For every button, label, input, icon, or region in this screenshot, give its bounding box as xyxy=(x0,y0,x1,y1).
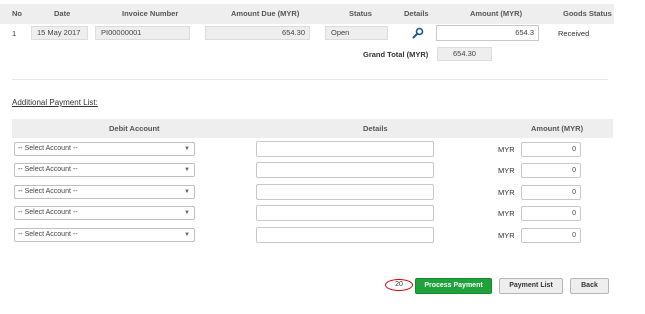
payment-amount-field[interactable]: 0 xyxy=(521,228,581,243)
debit-account-select[interactable]: -- Select Account -- ▼ xyxy=(14,163,195,177)
section-divider xyxy=(12,79,608,80)
col-details: Details xyxy=(404,9,429,18)
payment-details-input[interactable] xyxy=(256,184,434,200)
debit-account-value: -- Select Account -- xyxy=(18,209,78,216)
chevron-down-icon: ▼ xyxy=(184,167,190,173)
step-badge: 20 xyxy=(385,279,413,291)
payment-details-input[interactable] xyxy=(256,162,434,178)
additional-payment-title: Additional Payment List: xyxy=(12,98,98,107)
search-icon[interactable] xyxy=(412,27,424,39)
chevron-down-icon: ▼ xyxy=(184,232,190,238)
payment-amount-field[interactable]: 0 xyxy=(521,185,581,200)
row-number: 1 xyxy=(12,29,17,38)
payment-list-button[interactable]: Payment List xyxy=(499,278,563,294)
col-payment-details: Details xyxy=(363,124,388,133)
col-payment-amount: Amount (MYR) xyxy=(531,124,584,133)
col-amount-due: Amount Due (MYR) xyxy=(231,9,300,18)
grand-total-label: Grand Total (MYR) xyxy=(363,50,429,59)
col-goods-status: Goods Status xyxy=(563,9,612,18)
back-button[interactable]: Back xyxy=(570,278,609,294)
debit-account-select[interactable]: -- Select Account -- ▼ xyxy=(14,142,195,156)
payment-details-input[interactable] xyxy=(256,227,434,243)
grand-total-value: 654.30 xyxy=(437,47,492,61)
invoice-table-header: No Date Invoice Number Amount Due (MYR) … xyxy=(0,4,614,24)
chevron-down-icon: ▼ xyxy=(184,189,190,195)
chevron-down-icon: ▼ xyxy=(184,146,190,152)
goods-status: Received xyxy=(558,29,590,38)
payment-amount-field[interactable]: 0 xyxy=(521,163,581,178)
currency-label: MYR xyxy=(498,188,515,197)
debit-account-value: -- Select Account -- xyxy=(18,188,78,195)
currency-label: MYR xyxy=(498,209,515,218)
col-no: No xyxy=(12,9,22,18)
debit-account-value: -- Select Account -- xyxy=(18,145,78,152)
payment-amount-field[interactable]: 0 xyxy=(521,206,581,221)
payment-amount-field[interactable]: 0 xyxy=(521,142,581,157)
payment-amount-input[interactable]: 654.3 xyxy=(436,25,539,41)
col-debit-account: Debit Account xyxy=(109,124,160,133)
currency-label: MYR xyxy=(498,166,515,175)
payment-details-input[interactable] xyxy=(256,141,434,157)
currency-label: MYR xyxy=(498,145,515,154)
col-status: Status xyxy=(349,9,372,18)
process-payment-button[interactable]: Process Payment xyxy=(415,278,492,294)
payment-details-input[interactable] xyxy=(256,205,434,221)
debit-account-value: -- Select Account -- xyxy=(18,231,78,238)
col-invoice-number: Invoice Number xyxy=(122,9,179,18)
chevron-down-icon: ▼ xyxy=(184,210,190,216)
invoice-number: PI00000001 xyxy=(95,26,190,40)
col-amount: Amount (MYR) xyxy=(470,9,523,18)
debit-account-select[interactable]: -- Select Account -- ▼ xyxy=(14,228,195,242)
amount-due: 654.30 xyxy=(205,26,310,40)
debit-account-select[interactable]: -- Select Account -- ▼ xyxy=(14,185,195,199)
debit-account-value: -- Select Account -- xyxy=(18,166,78,173)
debit-account-select[interactable]: -- Select Account -- ▼ xyxy=(14,206,195,220)
currency-label: MYR xyxy=(498,231,515,240)
invoice-date: 15 May 2017 xyxy=(31,26,88,40)
invoice-status: Open xyxy=(325,26,388,40)
col-date: Date xyxy=(54,9,71,18)
additional-payment-header: Debit Account Details Amount (MYR) xyxy=(12,119,613,138)
